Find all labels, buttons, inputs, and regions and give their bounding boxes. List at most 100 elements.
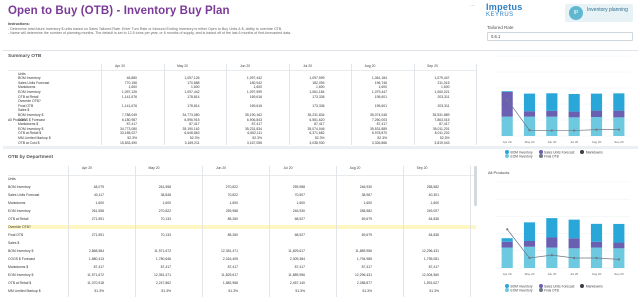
table-cell: 68,927 (294, 217, 305, 221)
table-row: Markdowns 1,600 1,600 1,600 1,600 1,600 1,600 (8, 201, 476, 205)
table-row: Sales Units Forecast 40,117 38,848 70,822 70… (8, 193, 476, 197)
instructions-line: - Name will determine the number of plan… (8, 31, 292, 36)
legend-item[interactable]: Markdowns (580, 284, 603, 288)
bar-eom-inventory (501, 116, 513, 136)
legend-item[interactable]: Final OTB (538, 288, 559, 293)
table-cell: 2,316,405 (222, 257, 238, 261)
table-cell: 51.3% (228, 289, 238, 293)
legend-swatch (580, 284, 585, 288)
table-row: Sales $ (8, 241, 476, 245)
legend-swatch (538, 150, 543, 154)
table-cell: 1,794,985 (356, 257, 372, 261)
row-label: MM Limited Markup $ (8, 289, 41, 293)
bar-bom-inventory (546, 218, 558, 238)
grid-line (101, 64, 102, 146)
table-cell: 259,988 (292, 185, 305, 189)
legend-label: Final OTB (544, 288, 559, 293)
company-logo: Impetus KEYRUS (486, 2, 552, 24)
row-label: BOM Inventory $ (8, 249, 34, 253)
table-cell: 2,868,584 (88, 249, 104, 253)
table-cell: 11,889,956 (288, 273, 305, 277)
table-header-row: Apr 20 May 20 Jun 20 Jul 20 Aug 20 Sep 20 (8, 64, 478, 68)
row-label: Sales Units Forecast (8, 193, 40, 197)
table-row: Markdowns $ 87,417 87,417 87,417 87,417 87,41… (8, 265, 476, 269)
bar-bom-inventory (590, 223, 603, 242)
table-row: Final OTB 271,591 70,133 85,260 68,927 69,679… (8, 233, 476, 237)
row-label: Final OTB (8, 233, 24, 237)
bar-eom-inventory (613, 117, 625, 136)
summary-table: Apr 20 May 20 Jun 20 Jul 20 Aug 20 Sep 20 Unit… (8, 64, 478, 146)
table-cell: 259,988 (225, 209, 238, 213)
legend-label: EOM Inventory (510, 154, 533, 159)
grid-line (135, 166, 136, 297)
legend-label: Markdowns (585, 150, 603, 155)
table-cell: 12,004,560 (422, 273, 439, 277)
table-row: BOM Inventory $ 2,868,584 11,971,672 12,351… (8, 249, 476, 253)
table-cell: 12,351,471 (221, 249, 238, 253)
legend-label: Final OTB (544, 154, 559, 159)
table-cell: 40,301 (428, 193, 439, 197)
table-cell: 1,780,646 (155, 257, 171, 261)
table-cell: 270,822 (225, 185, 238, 189)
bar-sales-forecast (546, 237, 558, 248)
grid-line (413, 64, 415, 146)
logo-line-1: Impetus (486, 2, 523, 12)
table-cell: 85,260 (227, 233, 238, 237)
x-tick-label: Jun 20 (547, 272, 556, 276)
final-otb-point (550, 129, 553, 132)
row-label: OTB at Retail $ (8, 281, 32, 285)
department-title: OTB by Department (8, 155, 54, 160)
toolbar-icons[interactable]: ⋯ (470, 3, 475, 9)
page-title: Open to Buy (OTB) - Inventory Buy Plan (8, 5, 230, 17)
grid-line (68, 166, 69, 297)
bar-bom-inventory (613, 93, 625, 111)
department-chart-title: All Products (488, 170, 510, 175)
legend-item[interactable]: EOM Inventory (505, 154, 533, 159)
table-cell: 51.3% (295, 289, 305, 293)
final-otb-point (573, 256, 576, 260)
bar-bom-inventory (523, 222, 536, 241)
bar-bom-inventory (590, 93, 603, 111)
badge-text: Inventory planning (587, 7, 628, 13)
legend-item[interactable]: Final OTB (538, 154, 559, 159)
table-cell: 51.3% (362, 289, 372, 293)
filter-input[interactable]: 0.6.1 (487, 32, 633, 41)
legend-item[interactable]: EOM Inventory (505, 288, 533, 293)
legend-swatch (505, 154, 509, 159)
row-label: OTB at Retail (8, 217, 29, 221)
tailored-rate-filter: Tailored Rate 0.6.1 (487, 25, 633, 41)
table-cell: 12,296,431 (355, 273, 372, 277)
table-cell: 261,558 (91, 209, 104, 213)
bar-sales-forecast (501, 241, 513, 248)
grid-line (470, 166, 471, 297)
table-cell: 51.3% (161, 289, 171, 293)
legend-item[interactable]: Markdowns (580, 150, 603, 155)
table-scrollbar[interactable] (474, 166, 477, 206)
legend-label: EOM Inventory (510, 288, 533, 293)
x-tick-label: Apr 20 (503, 272, 512, 276)
summary-title: Summary OTB (8, 54, 42, 59)
workspace-badge[interactable]: IP Inventory planning (565, 4, 633, 22)
column-header: Jun 20 (239, 64, 251, 68)
column-header: May 20 (176, 64, 189, 68)
table-cell: 3,326,866 (371, 140, 387, 145)
table-cell: 3,167,055 (246, 140, 262, 145)
legend-swatch (580, 150, 585, 154)
x-tick-label: Jun 20 (547, 140, 556, 144)
row-label: EOM Inventory $ (8, 273, 34, 277)
department-chart-legend: BOM Inventory Sales Units Forecast Markdow… (505, 284, 635, 293)
x-tick-label: Sep 20 (614, 272, 624, 276)
instructions: Instructions: - Determine total future I… (8, 22, 478, 36)
table-cell: 246,930 (292, 209, 305, 213)
column-header: Sep 20 (416, 166, 428, 170)
bar-bom-inventory (523, 93, 536, 112)
table-cell: 258,582 (359, 209, 372, 213)
final-otb-point (506, 228, 509, 231)
column-header: Apr 20 (115, 64, 125, 68)
table-header-row: Apr 20 May 20 Jun 20 Jul 20 Aug 20 Sep 20 (8, 166, 478, 170)
table-cell: 70,133 (160, 233, 171, 237)
table-cell: 15,833,490 (120, 140, 137, 145)
x-tick-label: Apr 20 (503, 140, 512, 144)
table-row: Units (8, 177, 476, 181)
divider (3, 146, 638, 149)
